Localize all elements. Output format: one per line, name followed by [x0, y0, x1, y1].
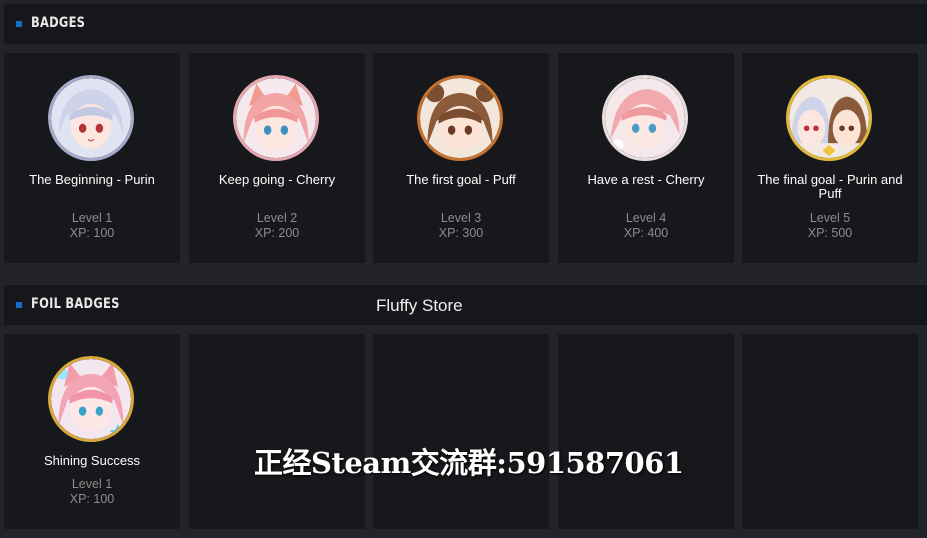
badge-card-2[interactable]: Keep going - Cherry Level 2 XP: 200 [189, 53, 365, 263]
badges-title: BADGES [31, 15, 86, 31]
badge-level: Level 3 [440, 211, 482, 225]
badge-card-3[interactable]: The first goal - Puff Level 3 XP: 300 [373, 53, 549, 263]
badge-card-1[interactable]: The Beginning - Purin Level 1 XP: 100 [4, 53, 180, 263]
badge-xp: XP: 100 [69, 226, 115, 240]
badge-puff-icon [417, 75, 503, 161]
badge-cherry-icon [233, 75, 319, 161]
foil-badges-title: FOIL BADGES [31, 296, 120, 312]
foil-badge-card-1[interactable]: Shining Success Level 1 XP: 100 [4, 334, 180, 529]
foil-badge-empty-slot [742, 334, 918, 529]
badge-name: Keep going - Cherry [218, 172, 336, 187]
badge-card-4[interactable]: Have a rest - Cherry Level 4 XP: 400 [558, 53, 734, 263]
badge-name: The final goal - Purin and Puff [757, 172, 903, 201]
badge-level: Level 4 [625, 211, 667, 225]
badge-shining-success-icon [48, 356, 134, 442]
badge-xp: XP: 400 [623, 226, 669, 240]
badge-xp: XP: 300 [438, 226, 484, 240]
foil-badges-header: FOIL BADGES Fluffy Store [4, 285, 927, 325]
foil-badge-empty-slot [189, 334, 365, 529]
badges-header: BADGES [4, 4, 927, 44]
badge-name: The Beginning - Purin [29, 172, 155, 187]
badge-name: The first goal - Puff [406, 172, 516, 187]
badge-name: Have a rest - Cherry [587, 172, 705, 187]
store-label: Fluffy Store [376, 296, 463, 315]
badge-level: Level 2 [256, 211, 298, 225]
badge-xp: XP: 500 [807, 226, 853, 240]
badge-level: Level 1 [71, 211, 113, 225]
badge-name: Shining Success [43, 453, 141, 468]
badge-purin-puff-icon [786, 75, 872, 161]
badge-cherry-rest-icon [602, 75, 688, 161]
section-marker-icon [16, 21, 22, 27]
badge-card-5[interactable]: The final goal - Purin and Puff Level 5 … [742, 53, 918, 263]
foil-badge-empty-slot [558, 334, 734, 529]
badge-level: Level 5 [809, 211, 851, 225]
badge-xp: XP: 200 [254, 226, 300, 240]
badge-level: Level 1 [71, 477, 113, 491]
badge-xp: XP: 100 [69, 492, 115, 506]
badge-purin-icon [48, 75, 134, 161]
watermark-text: 正经Steam交流群:591587061 [254, 446, 684, 480]
section-marker-icon [16, 302, 22, 308]
foil-badge-empty-slot [373, 334, 549, 529]
